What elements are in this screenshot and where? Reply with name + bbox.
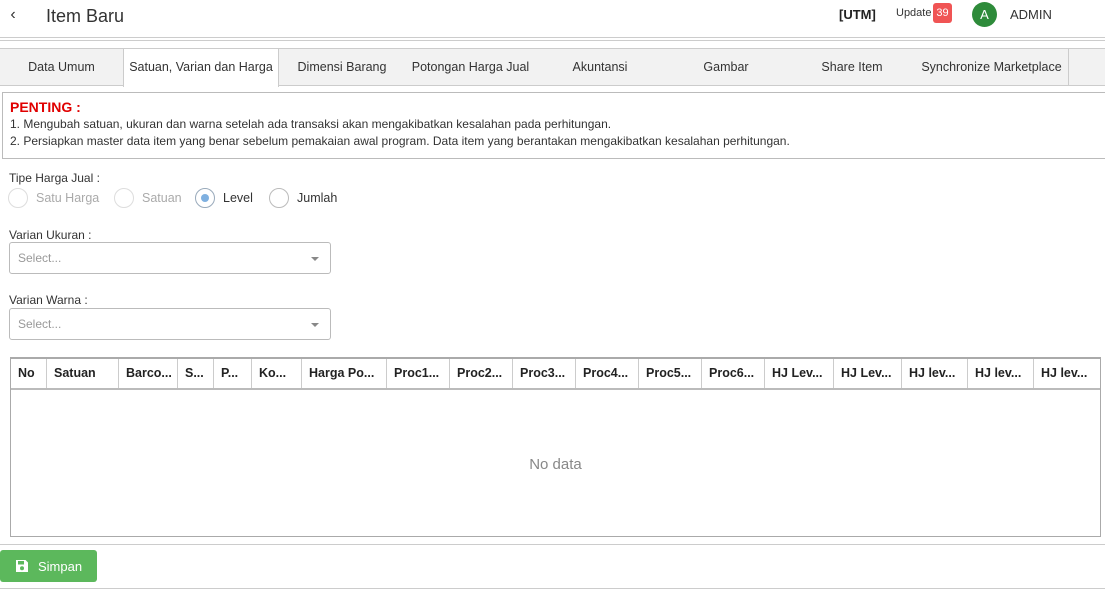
tab-share-item[interactable]: Share Item: [789, 49, 915, 86]
notice-line-1: 1. Mengubah satuan, ukuran dan warna set…: [10, 117, 612, 131]
column-header[interactable]: Proc2...: [450, 359, 513, 388]
top-bar: ‹ Item Baru [UTM] Update 39 A ADMIN: [0, 0, 1105, 34]
column-header[interactable]: Ko...: [252, 359, 302, 388]
page-title: Item Baru: [46, 6, 125, 26]
user-name[interactable]: ADMIN: [1010, 7, 1052, 22]
select-placeholder: Select...: [18, 317, 62, 331]
caret-down-icon: [311, 257, 319, 261]
column-header[interactable]: Barco...: [119, 359, 178, 388]
notice-title: PENTING :: [10, 99, 81, 115]
floppy-disk-icon: [16, 560, 28, 572]
column-header[interactable]: S...: [178, 359, 214, 388]
radio-label: Satuan: [142, 191, 182, 205]
tab-synchronize-marketplace[interactable]: Synchronize Marketplace: [915, 49, 1068, 86]
radio-circle[interactable]: [269, 188, 289, 208]
tab-akuntansi[interactable]: Akuntansi: [537, 49, 663, 86]
header-divider-2: [0, 40, 1105, 41]
bottom-divider: [0, 588, 1105, 589]
radio-label: Jumlah: [297, 191, 338, 205]
save-button[interactable]: Simpan: [0, 550, 97, 582]
radio-satu-harga[interactable]: Satu Harga: [8, 187, 99, 209]
update-count-badge[interactable]: 39: [933, 3, 952, 23]
radio-circle[interactable]: [8, 188, 28, 208]
column-header[interactable]: HJ lev...: [902, 359, 968, 388]
avatar[interactable]: A: [972, 2, 997, 27]
tab-satuan-varian-harga[interactable]: Satuan, Varian dan Harga: [123, 49, 279, 87]
column-header[interactable]: HJ lev...: [968, 359, 1034, 388]
footer-divider: [0, 544, 1105, 545]
size-variant-select[interactable]: Select...: [9, 242, 331, 274]
tab-dimensi-barang[interactable]: Dimensi Barang: [286, 49, 398, 86]
radio-circle-selected[interactable]: [195, 188, 215, 208]
header-divider: [0, 37, 1105, 38]
column-header[interactable]: Proc5...: [639, 359, 702, 388]
column-header[interactable]: P...: [214, 359, 252, 388]
price-table: No Satuan Barco... S... P... Ko... Harga…: [10, 357, 1101, 537]
radio-label: Satu Harga: [36, 191, 100, 205]
column-header[interactable]: HJ Lev...: [765, 359, 834, 388]
radio-level[interactable]: Level: [195, 187, 253, 209]
column-header[interactable]: Proc6...: [702, 359, 765, 388]
utm-label: [UTM]: [839, 7, 876, 22]
size-variant-label: Varian Ukuran :: [9, 228, 92, 242]
tab-gambar[interactable]: Gambar: [663, 49, 789, 86]
column-header[interactable]: HJ Lev...: [834, 359, 902, 388]
radio-circle[interactable]: [114, 188, 134, 208]
radio-jumlah[interactable]: Jumlah: [269, 187, 337, 209]
notice-line-2: 2. Persiapkan master data item yang bena…: [10, 134, 790, 148]
column-header[interactable]: Harga Po...: [302, 359, 387, 388]
empty-state-text: No data: [529, 456, 582, 473]
radio-label: Level: [223, 191, 253, 205]
column-header[interactable]: HJ lev...: [1034, 359, 1100, 388]
select-placeholder: Select...: [18, 251, 62, 265]
column-header[interactable]: Satuan: [47, 359, 119, 388]
save-button-label: Simpan: [38, 559, 83, 574]
warning-notice: PENTING : 1. Mengubah satuan, ukuran dan…: [2, 92, 1105, 159]
tab-divider: [1068, 49, 1069, 86]
column-header[interactable]: Proc3...: [513, 359, 576, 388]
color-variant-label: Varian Warna :: [9, 293, 88, 307]
back-chevron-icon[interactable]: ‹: [6, 5, 20, 25]
color-variant-select[interactable]: Select...: [9, 308, 331, 340]
caret-down-icon: [311, 323, 319, 327]
tab-potongan-harga-jual[interactable]: Potongan Harga Jual: [404, 49, 537, 86]
column-header[interactable]: No: [11, 359, 47, 388]
price-type-label: Tipe Harga Jual :: [9, 171, 100, 185]
column-header[interactable]: Proc1...: [387, 359, 450, 388]
tab-data-umum[interactable]: Data Umum: [0, 49, 123, 86]
update-link[interactable]: Update: [896, 7, 931, 19]
column-header[interactable]: Proc4...: [576, 359, 639, 388]
tab-bar: Data Umum Satuan, Varian dan Harga Dimen…: [0, 48, 1105, 87]
table-header: No Satuan Barco... S... P... Ko... Harga…: [11, 359, 1100, 390]
radio-satuan[interactable]: Satuan: [114, 187, 182, 209]
